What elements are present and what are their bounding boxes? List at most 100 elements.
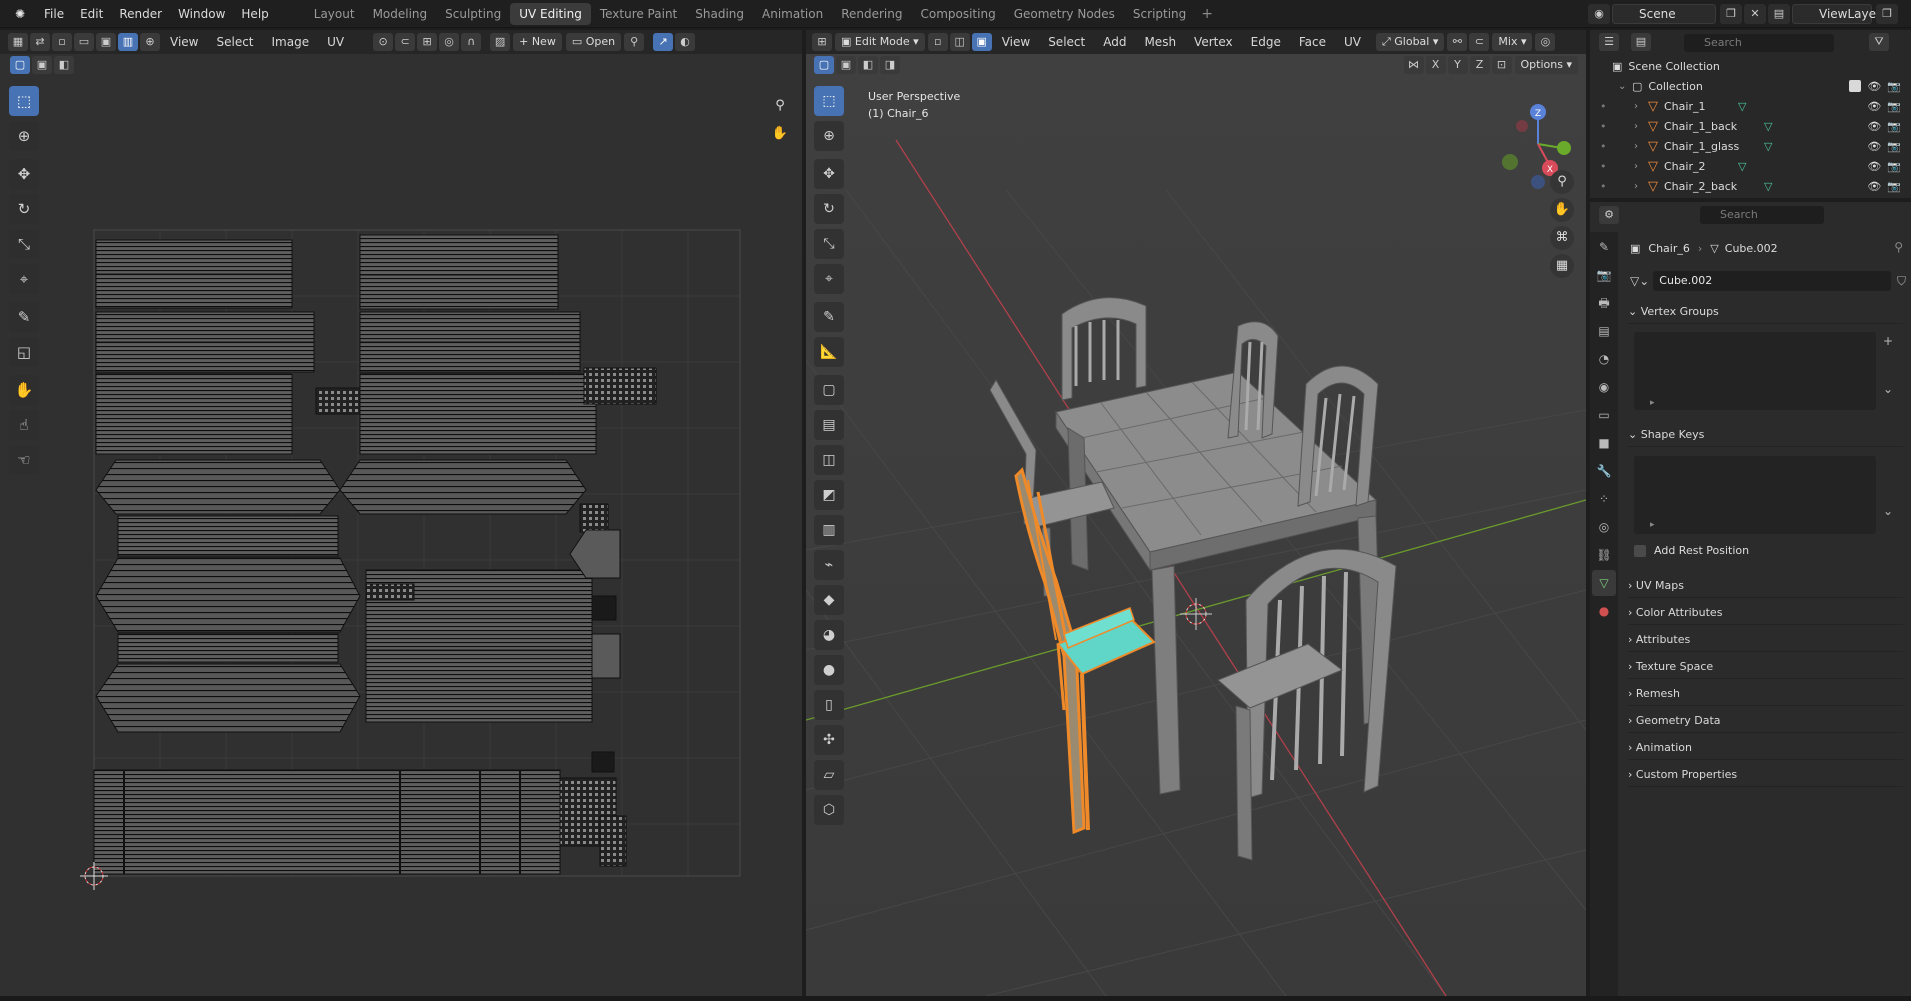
view-layer-icon[interactable]: ▤ xyxy=(1768,4,1790,24)
add-cube-icon[interactable]: ▢ xyxy=(814,375,844,405)
menu-edit[interactable]: Edit xyxy=(72,0,111,28)
collection-row[interactable]: ⌄ ▢ Collection 👁 📷 xyxy=(1590,76,1911,96)
texture-space-panel-header[interactable]: › Texture Space xyxy=(1628,655,1903,679)
vertex-mode-icon[interactable]: ▫ xyxy=(927,33,948,51)
vp-menu-vertex[interactable]: Vertex xyxy=(1185,35,1242,49)
snap-toggle-icon[interactable]: ⊂ xyxy=(1469,33,1490,51)
vp-menu-select[interactable]: Select xyxy=(1039,35,1094,49)
outliner-editor-type-icon[interactable]: ☰ xyxy=(1599,33,1619,51)
expand-icon[interactable]: › xyxy=(1634,121,1648,132)
vp-menu-view[interactable]: View xyxy=(993,35,1039,49)
eye-icon[interactable]: 👁 xyxy=(1867,100,1881,113)
vp-measure-icon[interactable]: 📐 xyxy=(814,337,844,367)
vp-menu-add[interactable]: Add xyxy=(1094,35,1135,49)
tab-geometry-nodes[interactable]: Geometry Nodes xyxy=(1005,3,1124,25)
mode-selector[interactable]: ▣ Edit Mode ▾ xyxy=(835,33,925,51)
output-tab-icon[interactable]: 🖶 xyxy=(1592,290,1616,316)
menu-file[interactable]: File xyxy=(36,0,72,28)
expand-icon[interactable]: › xyxy=(1634,101,1648,112)
eye-icon[interactable]: 👁 xyxy=(1867,140,1881,153)
smooth-icon[interactable]: ● xyxy=(814,655,844,685)
world-tab-icon[interactable]: ◉ xyxy=(1592,374,1616,400)
tab-sculpting[interactable]: Sculpting xyxy=(436,3,510,25)
attributes-panel-header[interactable]: › Attributes xyxy=(1628,628,1903,652)
pivot-point-icon[interactable]: ⚯ xyxy=(1447,33,1468,51)
face-mode-icon[interactable]: ▣ xyxy=(971,33,992,51)
scene-tab-icon[interactable]: ◔ xyxy=(1592,346,1616,372)
material-tab-icon[interactable]: ● xyxy=(1592,598,1616,624)
vertex-groups-panel-header[interactable]: ⌄ Vertex Groups xyxy=(1628,300,1903,324)
eye-icon[interactable]: 👁 xyxy=(1867,120,1881,133)
vertex-group-menu-icon[interactable]: ⌄ xyxy=(1883,382,1893,396)
menu-help[interactable]: Help xyxy=(233,0,276,28)
view-layer-tab-icon[interactable]: ▤ xyxy=(1592,318,1616,344)
extrude-region-icon[interactable]: ▤ xyxy=(814,410,844,440)
knife-icon[interactable]: ⌁ xyxy=(814,550,844,580)
bevel-icon[interactable]: ◩ xyxy=(814,480,844,510)
expand-icon[interactable]: › xyxy=(1634,181,1648,192)
collection-tab-icon[interactable]: ▭ xyxy=(1592,402,1616,428)
eye-icon[interactable]: 👁 xyxy=(1867,180,1881,193)
fake-user-icon[interactable]: ⛉ xyxy=(1897,274,1906,289)
ortho-toggle-icon[interactable]: ▦ xyxy=(1550,254,1574,278)
vp-transform-icon[interactable]: ⌖ xyxy=(814,264,844,294)
mirror-y-toggle[interactable]: Y xyxy=(1447,56,1468,74)
filter-icon[interactable]: ⛛ xyxy=(1869,33,1889,51)
options-dropdown[interactable]: Options ▾ xyxy=(1514,56,1578,74)
camera-icon[interactable]: 📷 xyxy=(1887,120,1901,133)
viewport-canvas[interactable]: Z X xyxy=(806,30,1586,996)
tool-tab-icon[interactable]: ✎ xyxy=(1592,234,1616,260)
vp-scale-icon[interactable]: ⤡ xyxy=(814,229,844,259)
scene-icon[interactable]: ◉ xyxy=(1588,4,1610,24)
outliner-item-chair-2-back[interactable]: • › ▽ Chair_2_back ▽ 👁 📷 xyxy=(1590,176,1911,196)
add-rest-position-checkbox[interactable] xyxy=(1634,544,1646,557)
mirror-x-toggle[interactable]: X xyxy=(1425,56,1446,74)
camera-icon[interactable]: 📷 xyxy=(1887,140,1901,153)
tab-shading[interactable]: Shading xyxy=(686,3,753,25)
camera-icon[interactable]: 📷 xyxy=(1887,100,1901,113)
particles-tab-icon[interactable]: ⁘ xyxy=(1592,486,1616,512)
tab-animation[interactable]: Animation xyxy=(753,3,832,25)
mesh-datablock-icon[interactable]: ▽⌄ xyxy=(1630,274,1649,288)
rip-region-icon[interactable]: ⬡ xyxy=(814,795,844,825)
geometry-data-panel-header[interactable]: › Geometry Data xyxy=(1628,709,1903,733)
shape-keys-list[interactable] xyxy=(1634,456,1876,534)
uv-maps-panel-header[interactable]: › UV Maps xyxy=(1628,574,1903,598)
outliner-item-chair-1-glass[interactable]: • › ▽ Chair_1_glass ▽ 👁 📷 xyxy=(1590,136,1911,156)
mirror-z-toggle[interactable]: Z xyxy=(1469,56,1490,74)
physics-tab-icon[interactable]: ◎ xyxy=(1592,514,1616,540)
shape-keys-panel-header[interactable]: ⌄ Shape Keys xyxy=(1628,423,1903,447)
list-expand-icon[interactable]: ▸ xyxy=(1650,398,1655,408)
expand-icon[interactable]: › xyxy=(1634,141,1648,152)
eye-icon[interactable]: 👁 xyxy=(1867,160,1881,173)
edge-slide-icon[interactable]: ▯ xyxy=(814,690,844,720)
color-attributes-panel-header[interactable]: › Color Attributes xyxy=(1628,601,1903,625)
tab-uv-editing[interactable]: UV Editing xyxy=(510,2,591,25)
inset-faces-icon[interactable]: ◫ xyxy=(814,445,844,475)
collection-expand-icon[interactable]: ⌄ xyxy=(1618,81,1632,92)
tab-modeling[interactable]: Modeling xyxy=(364,3,437,25)
outliner-item-chair-2[interactable]: • › ▽ Chair_2 ▽ 👁 📷 xyxy=(1590,156,1911,176)
vp-annotate-icon[interactable]: ✎ xyxy=(814,302,844,332)
tab-scripting[interactable]: Scripting xyxy=(1124,3,1195,25)
loop-cut-icon[interactable]: ▥ xyxy=(814,515,844,545)
collection-exclude-checkbox[interactable] xyxy=(1849,80,1862,92)
vp-select-box-icon[interactable]: ⬚ xyxy=(814,86,844,116)
tab-compositing[interactable]: Compositing xyxy=(911,3,1004,25)
vp-menu-uv[interactable]: UV xyxy=(1335,35,1370,49)
blender-logo-icon[interactable]: ✺ xyxy=(10,5,30,23)
expand-icon[interactable]: › xyxy=(1634,161,1648,172)
add-vertex-group-icon[interactable]: + xyxy=(1883,334,1893,348)
constraints-tab-icon[interactable]: ⛓ xyxy=(1592,542,1616,568)
shape-key-menu-icon[interactable]: ⌄ xyxy=(1883,504,1893,518)
spin-icon[interactable]: ◕ xyxy=(814,620,844,650)
orientation-selector[interactable]: ⤢ Global ▾ xyxy=(1375,33,1445,51)
render-tab-icon[interactable]: 📷 xyxy=(1592,262,1616,288)
mesh-name-field[interactable]: Cube.002 xyxy=(1653,271,1891,291)
poly-build-icon[interactable]: ◆ xyxy=(814,585,844,615)
vp-pan-icon[interactable]: ✋ xyxy=(1550,198,1574,222)
menu-render[interactable]: Render xyxy=(111,0,170,28)
scene-selector[interactable]: Scene xyxy=(1612,4,1716,24)
delete-scene-icon[interactable]: ✕ xyxy=(1744,4,1766,24)
list-expand-icon[interactable]: ▸ xyxy=(1650,520,1655,530)
